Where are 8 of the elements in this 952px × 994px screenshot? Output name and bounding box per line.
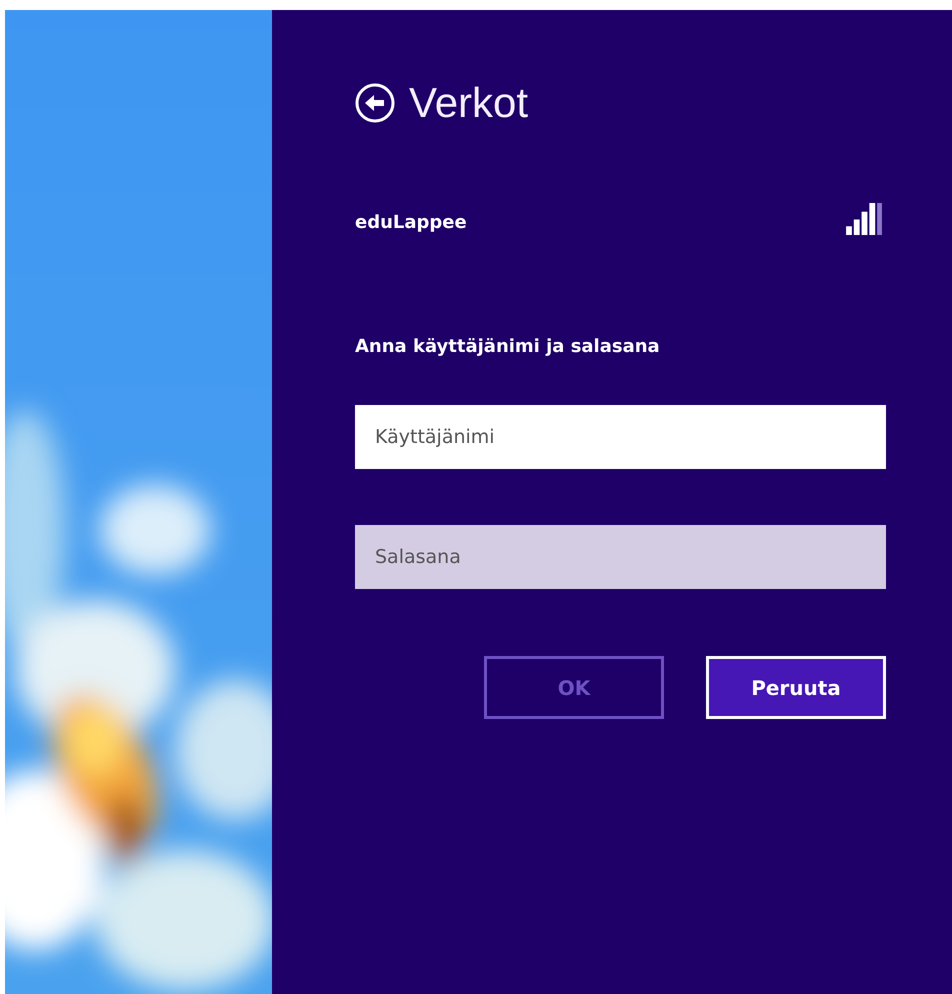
signal-icon xyxy=(846,203,883,235)
back-icon[interactable] xyxy=(355,83,395,123)
username-field[interactable]: Käyttäjänimi xyxy=(355,405,886,469)
password-field[interactable]: Salasana xyxy=(355,525,886,589)
cancel-button[interactable]: Peruuta xyxy=(706,656,886,719)
prompt-text: Anna käyttäjänimi ja salasana xyxy=(355,335,661,359)
network-name: eduLappee xyxy=(355,211,467,235)
panel-title: Verkot xyxy=(409,78,528,128)
